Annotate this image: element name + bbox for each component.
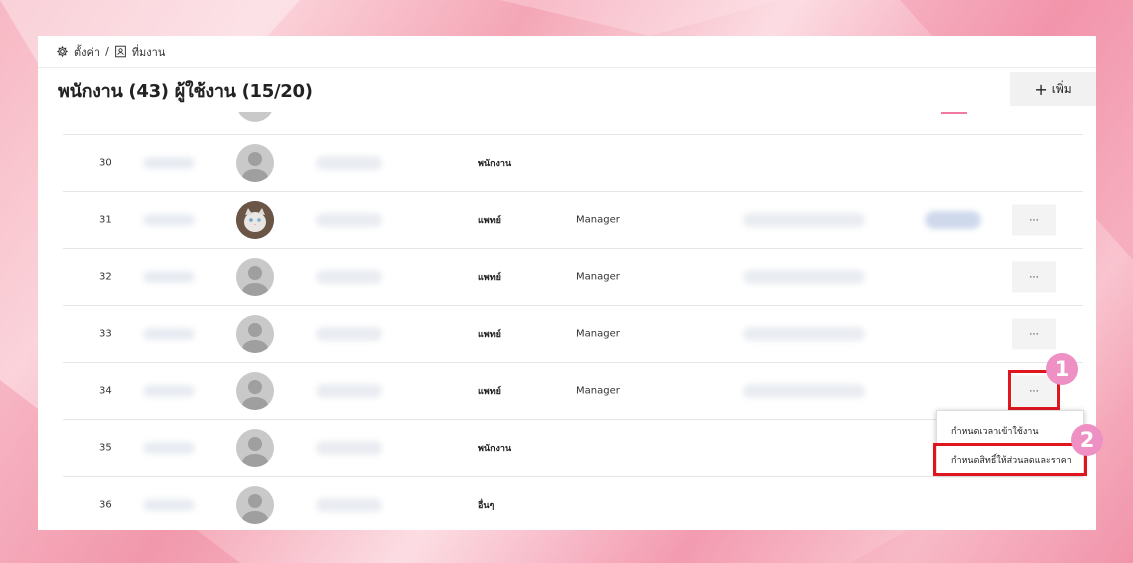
position-label: Manager xyxy=(576,214,620,226)
blurred-name xyxy=(143,271,195,283)
table-row[interactable]: 33 แพทย์ Manager ... xyxy=(63,305,1083,362)
blurred-text xyxy=(316,270,382,284)
contact-card-icon xyxy=(114,45,126,58)
more-button[interactable]: ... xyxy=(1012,204,1056,236)
table-row[interactable]: 34 แพทย์ Manager ... xyxy=(63,362,1083,419)
table-row[interactable]: 30 พนักงาน xyxy=(63,134,1083,191)
row-number: 32 xyxy=(99,271,112,283)
role-label: แพทย์ xyxy=(478,216,501,226)
blurred-text xyxy=(316,156,382,170)
row-number: 35 xyxy=(99,442,112,454)
row-number: 33 xyxy=(99,328,112,340)
role-label: พนักงาน xyxy=(478,444,512,454)
table-row[interactable]: 31 แพทย์ Manager ... xyxy=(63,191,1083,248)
avatar xyxy=(236,372,274,410)
row-number: 31 xyxy=(99,214,112,226)
row-number: 36 xyxy=(99,499,112,511)
blurred-text xyxy=(743,384,865,398)
table-row[interactable]: 36 อื่นๆ xyxy=(63,476,1083,530)
breadcrumb-settings[interactable]: ตั้งค่า xyxy=(74,43,100,61)
partial-badge xyxy=(941,112,967,114)
role-label: พนักงาน xyxy=(478,159,512,169)
step-badge-1: 1 xyxy=(1046,353,1078,385)
position-label: Manager xyxy=(576,328,620,340)
add-button-label: เพิ่ม xyxy=(1051,81,1072,96)
breadcrumb-workspace: ที่มงาน xyxy=(131,45,166,59)
blurred-text xyxy=(316,498,382,512)
role-label: แพทย์ xyxy=(478,387,501,397)
step-badge-2: 2 xyxy=(1071,424,1103,456)
avatar xyxy=(236,112,274,122)
avatar xyxy=(236,486,274,524)
blurred-name xyxy=(143,385,195,397)
breadcrumb: ตั้งค่า / ที่มงาน xyxy=(38,36,1096,68)
page-title: พนักงาน (43) ผู้ใช้งาน (15/20) xyxy=(58,80,313,102)
highlight-box-menu xyxy=(933,443,1087,476)
row-number: 30 xyxy=(99,157,112,169)
avatar xyxy=(236,315,274,353)
avatar xyxy=(236,258,274,296)
avatar xyxy=(236,144,274,182)
gear-icon[interactable] xyxy=(56,45,69,58)
more-button[interactable]: ... xyxy=(1012,261,1056,293)
blurred-text xyxy=(316,384,382,398)
page-header: พนักงาน (43) ผู้ใช้งาน (15/20) + เพิ่ม xyxy=(38,68,1096,112)
blurred-text xyxy=(316,327,382,341)
blurred-badge xyxy=(925,211,981,229)
blurred-name xyxy=(143,328,195,340)
more-button[interactable]: ... xyxy=(1012,318,1056,350)
menu-item-set-access-time[interactable]: กำหนดเวลาเข้าใช้งาน xyxy=(951,424,1039,438)
plus-icon: + xyxy=(1034,79,1048,99)
table-row[interactable]: 32 แพทย์ Manager ... xyxy=(63,248,1083,305)
blurred-name xyxy=(143,499,195,511)
blurred-text xyxy=(743,327,865,341)
employee-table: 30 พนักงาน 31 แพทย์ Manager ... 32 แพทย์… xyxy=(63,112,1083,530)
row-number: 34 xyxy=(99,385,112,397)
blurred-name xyxy=(143,442,195,454)
blurred-name xyxy=(143,214,195,226)
role-label: แพทย์ xyxy=(478,330,501,340)
blurred-text xyxy=(743,213,865,227)
table-row[interactable]: 35 พนักงาน xyxy=(63,419,1083,476)
role-label: อื่นๆ xyxy=(478,501,495,511)
role-label: แพทย์ xyxy=(478,273,501,283)
avatar xyxy=(236,429,274,467)
blurred-text xyxy=(316,213,382,227)
position-label: Manager xyxy=(576,271,620,283)
add-button[interactable]: + เพิ่ม xyxy=(1010,72,1096,106)
blurred-text xyxy=(316,441,382,455)
position-label: Manager xyxy=(576,385,620,397)
breadcrumb-separator: / xyxy=(105,45,109,58)
blurred-text xyxy=(743,270,865,284)
avatar xyxy=(236,201,274,239)
blurred-name xyxy=(143,157,195,169)
